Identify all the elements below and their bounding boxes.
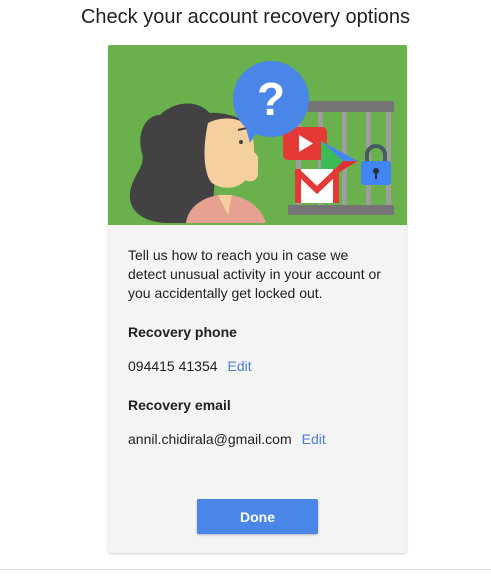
recovery-email-label: Recovery email [128, 397, 231, 413]
recovery-phone-row: 094415 41354 Edit [128, 358, 252, 374]
intro-text: Tell us how to reach you in case we dete… [128, 247, 381, 301]
svg-text:?: ? [257, 73, 285, 125]
done-button[interactable]: Done [197, 499, 318, 534]
recovery-phone-value: 094415 41354 [128, 358, 218, 374]
page-title: Check your account recovery options [80, 6, 411, 28]
recovery-email-value: annil.chidirala@gmail.com [128, 431, 292, 447]
recovery-card: ? Tell us how to reach you in case we de… [108, 45, 407, 553]
recovery-email-row: annil.chidirala@gmail.com Edit [128, 431, 326, 447]
recovery-phone-label: Recovery phone [128, 324, 237, 340]
edit-email-link[interactable]: Edit [302, 431, 326, 447]
gmail-icon [295, 169, 339, 203]
lock-icon [361, 144, 391, 185]
footer-divider [0, 569, 491, 570]
edit-phone-link[interactable]: Edit [228, 358, 252, 374]
recovery-illustration: ? [108, 45, 407, 225]
